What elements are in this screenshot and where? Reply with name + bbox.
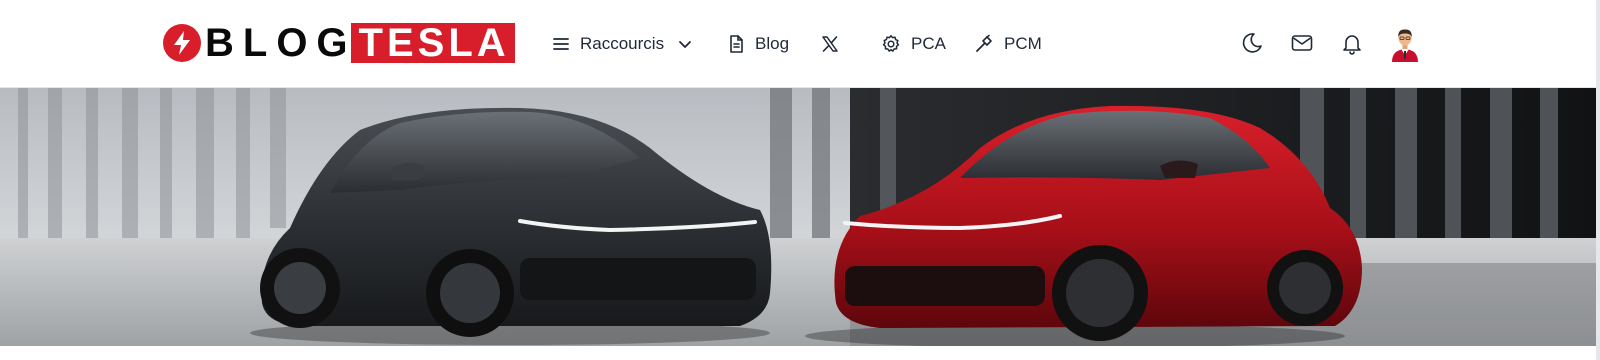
nav-label-pcm: PCM — [1004, 34, 1042, 53]
avatar[interactable] — [1390, 26, 1420, 62]
logo-text-blog: BLOG — [205, 21, 357, 65]
page-scrollbar[interactable] — [1596, 0, 1600, 360]
nav-item-pca[interactable]: PCA — [881, 28, 946, 60]
menu-icon — [553, 38, 569, 50]
notifications-button[interactable] — [1338, 29, 1366, 57]
nav-label-raccourcis: Raccourcis — [580, 34, 665, 53]
document-icon — [730, 35, 743, 53]
site-header: BLOG TESLA Raccourcis Blog PCA PCM — [0, 0, 1600, 88]
dark-mode-toggle[interactable] — [1238, 29, 1266, 57]
gear-icon — [882, 35, 900, 52]
nav-item-raccourcis[interactable]: Raccourcis — [552, 28, 692, 60]
logo-text-tesla: TESLA — [350, 23, 515, 63]
messages-button[interactable] — [1288, 29, 1316, 57]
site-logo[interactable]: BLOG TESLA — [163, 22, 515, 64]
nav-item-pcm[interactable]: PCM — [974, 28, 1042, 60]
hero-background — [0, 88, 1600, 346]
bell-icon — [1343, 35, 1361, 55]
lightning-bolt-icon — [163, 24, 201, 62]
nav-label-pca: PCA — [911, 34, 946, 53]
nav-item-blog[interactable]: Blog — [727, 28, 789, 60]
x-logo-icon — [822, 36, 838, 52]
moon-icon — [1242, 33, 1262, 53]
chevron-down-icon — [679, 41, 691, 48]
mail-icon — [1291, 35, 1313, 51]
hero-banner-image — [0, 88, 1600, 346]
nav-item-x[interactable] — [821, 28, 839, 60]
nav-label-blog: Blog — [755, 34, 790, 53]
hammer-icon — [976, 34, 992, 52]
